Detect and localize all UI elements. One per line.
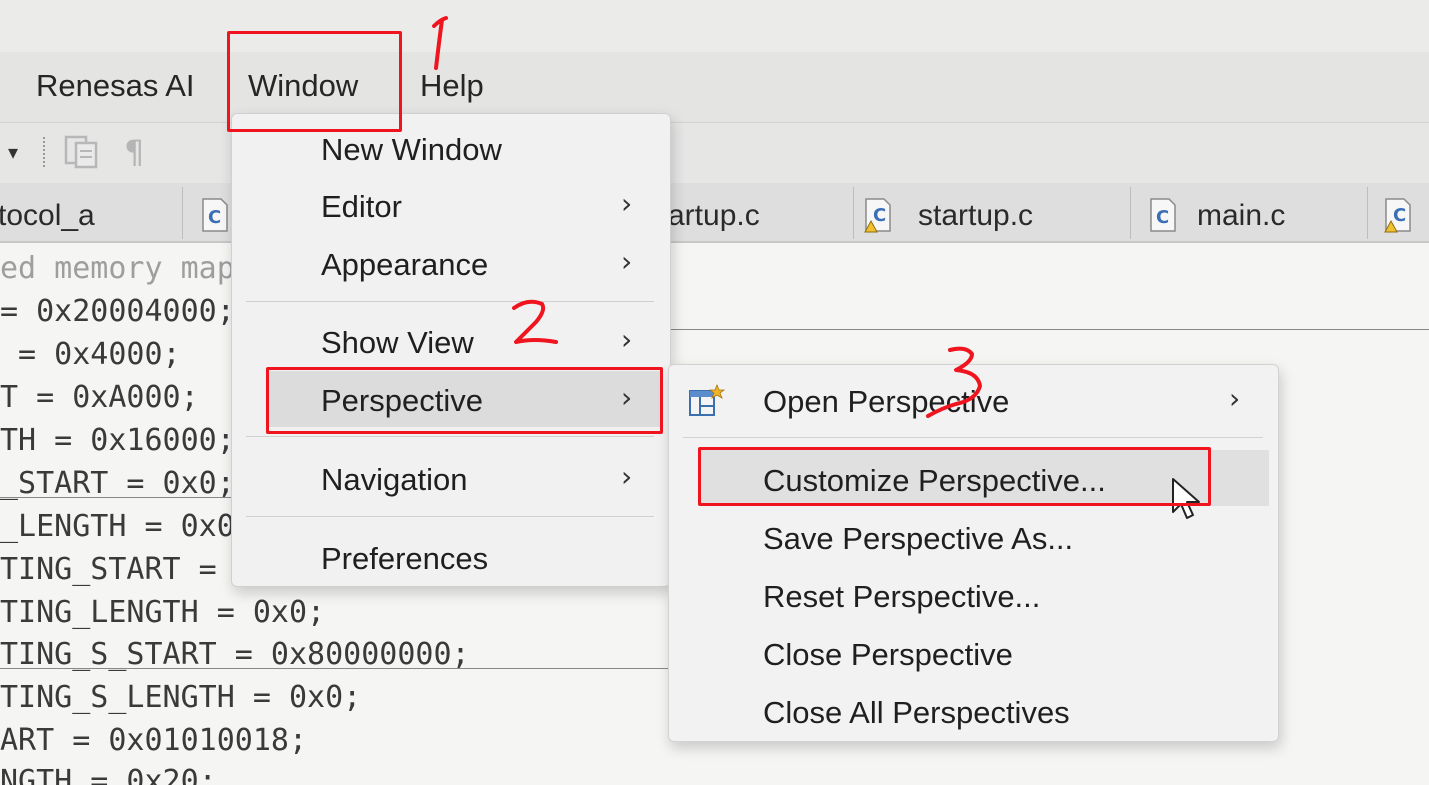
menu-item-open-perspective[interactable]: Open Perspective › — [669, 371, 1278, 427]
menu-item-label: Preferences — [321, 541, 489, 576]
annotation-box-perspective — [266, 367, 663, 434]
chevron-right-icon: › — [1229, 382, 1241, 415]
menu-item-label: Close All Perspectives — [763, 695, 1070, 730]
menu-item-label: Navigation — [321, 462, 468, 497]
menu-item-reset-perspective[interactable]: Reset Perspective... — [669, 566, 1278, 622]
chevron-right-icon: › — [621, 460, 633, 493]
code-line: _LENGTH = 0x0; — [0, 509, 253, 544]
c-file-warning-icon: C — [1384, 198, 1411, 233]
menu-item-label: New Window — [321, 132, 502, 167]
svg-text:C: C — [208, 207, 221, 228]
code-line: = 0x4000; — [0, 337, 181, 372]
code-line: T = 0xA000; — [0, 380, 199, 415]
menu-item-close-all-perspectives[interactable]: Close All Perspectives — [669, 682, 1278, 738]
menu-item-label: Show View — [321, 325, 474, 360]
c-file-icon: C — [1150, 198, 1176, 232]
menu-item-show-view[interactable]: Show View › — [232, 313, 670, 369]
chevron-right-icon: › — [621, 245, 633, 278]
tab-label: startup.c — [918, 199, 1034, 232]
tab-main-c[interactable]: C main.c — [1130, 187, 1368, 239]
dropdown-arrow-icon[interactable]: ▾ — [8, 140, 18, 165]
tab-c-file[interactable]: C — [182, 187, 231, 239]
divider-line — [660, 329, 1429, 330]
toggle-block-selection-icon[interactable] — [62, 131, 102, 171]
annotation-box-customize — [698, 447, 1211, 506]
menu-separator — [246, 436, 654, 437]
menu-item-label: Save Perspective As... — [763, 521, 1074, 556]
code-line: NGTH = 0x20; — [0, 764, 217, 785]
tab-label: artup.c — [668, 199, 760, 232]
menu-separator — [683, 437, 1263, 438]
menu-item-navigation[interactable]: Navigation › — [232, 450, 670, 506]
menu-item-preferences[interactable]: Preferences — [232, 529, 670, 585]
code-line: TING_S_LENGTH = 0x0; — [0, 680, 362, 715]
code-line: ART = 0x01010018; — [0, 723, 308, 758]
menu-item-close-perspective[interactable]: Close Perspective — [669, 624, 1278, 680]
open-perspective-icon — [689, 383, 725, 416]
toolbar: ▾ ¶ — [0, 123, 1429, 183]
chevron-right-icon: › — [621, 187, 633, 220]
tab-startup-c[interactable]: C startup.c — [853, 187, 1131, 239]
svg-text:C: C — [1156, 207, 1169, 228]
menu-item-label: Open Perspective — [763, 384, 1010, 419]
menu-separator — [246, 516, 654, 517]
menu-item-label: Reset Perspective... — [763, 579, 1041, 614]
svg-text:C: C — [873, 205, 886, 226]
tab-label: tocol_a — [0, 199, 95, 232]
menu-item-label: Appearance — [321, 247, 489, 282]
chevron-right-icon: › — [621, 323, 633, 356]
tab-c-file-warning[interactable]: C — [1367, 187, 1429, 239]
perspective-submenu: Open Perspective › Customize Perspective… — [668, 364, 1279, 742]
tab-startup-c-partial[interactable]: artup.c — [668, 187, 853, 239]
code-line: TH = 0x16000; — [0, 423, 235, 458]
toolbar-separator — [43, 137, 48, 167]
menu-help[interactable]: Help — [420, 68, 484, 104]
menu-separator — [246, 301, 654, 302]
editor-tab-bar: tocol_a C artup.c C startup.c C main.c C — [0, 183, 1429, 243]
code-line: _START = 0x0; — [0, 466, 235, 501]
menu-item-label: Editor — [321, 189, 402, 224]
menu-item-label: Close Perspective — [763, 637, 1013, 672]
svg-text:C: C — [1393, 205, 1406, 226]
c-file-warning-icon: C — [864, 198, 891, 233]
menu-renesas-ai[interactable]: Renesas AI — [36, 68, 195, 104]
code-line: TING_LENGTH = 0x0; — [0, 595, 326, 630]
divider-line — [0, 668, 668, 669]
menu-bar: Renesas AI Window Help — [0, 52, 1429, 123]
tab-label: main.c — [1197, 199, 1286, 232]
c-file-icon: C — [202, 198, 228, 232]
code-line: = 0x20004000; — [0, 294, 235, 329]
code-line: TING_S_START = 0x80000000; — [0, 637, 470, 672]
menu-item-editor[interactable]: Editor › — [232, 177, 670, 233]
show-whitespace-icon[interactable]: ¶ — [124, 133, 144, 171]
menu-item-appearance[interactable]: Appearance › — [232, 235, 670, 291]
window-menu-dropdown: New Window Editor › Appearance › Show Vi… — [231, 113, 671, 587]
divider-line — [0, 497, 240, 498]
tab-protocol-a[interactable]: tocol_a — [0, 187, 178, 239]
annotation-box-window — [227, 31, 402, 132]
